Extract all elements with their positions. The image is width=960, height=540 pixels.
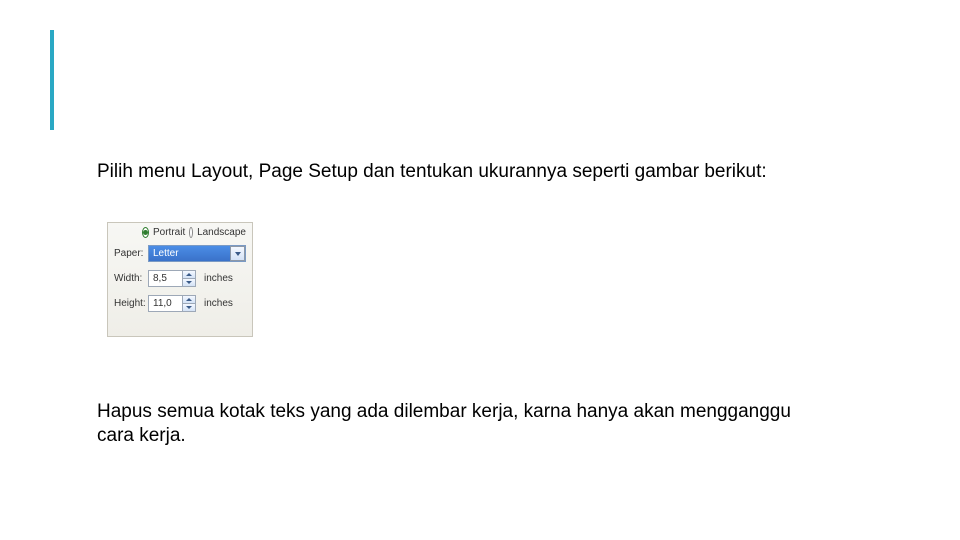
spinner-up[interactable] bbox=[183, 271, 195, 279]
height-input[interactable]: 11,0 bbox=[148, 295, 196, 312]
width-label: Width: bbox=[114, 273, 144, 284]
width-value: 8,5 bbox=[153, 273, 167, 284]
spinner-down[interactable] bbox=[183, 279, 195, 286]
landscape-radio[interactable] bbox=[189, 227, 193, 238]
radio-selected-icon bbox=[143, 230, 148, 235]
chevron-up-icon bbox=[186, 273, 192, 276]
chevron-up-icon bbox=[186, 298, 192, 301]
height-unit: inches bbox=[204, 298, 234, 309]
spinner-up[interactable] bbox=[183, 296, 195, 304]
instruction-paragraph-1: Pilih menu Layout, Page Setup dan tentuk… bbox=[97, 160, 777, 184]
paper-dropdown[interactable]: Letter bbox=[148, 245, 246, 262]
spinner-down[interactable] bbox=[183, 304, 195, 311]
height-row: Height: 11,0 inches bbox=[114, 295, 246, 312]
paper-value: Letter bbox=[153, 248, 179, 259]
width-row: Width: 8,5 inches bbox=[114, 270, 246, 287]
width-input[interactable]: 8,5 bbox=[148, 270, 196, 287]
height-spinner[interactable] bbox=[182, 296, 195, 311]
height-value: 11,0 bbox=[153, 298, 172, 309]
dropdown-button[interactable] bbox=[230, 246, 245, 261]
portrait-label: Portrait bbox=[153, 227, 185, 238]
slide-accent-bar bbox=[50, 30, 54, 130]
width-unit: inches bbox=[204, 273, 234, 284]
orientation-radio-group: Portrait Landscape bbox=[142, 227, 246, 238]
paper-label: Paper: bbox=[114, 248, 144, 259]
landscape-label: Landscape bbox=[197, 227, 246, 238]
height-label: Height: bbox=[114, 298, 144, 309]
paper-row: Paper: Letter bbox=[114, 245, 246, 262]
instruction-paragraph-2: Hapus semua kotak teks yang ada dilembar… bbox=[97, 400, 797, 448]
chevron-down-icon bbox=[186, 306, 192, 309]
chevron-down-icon bbox=[186, 281, 192, 284]
page-setup-panel: Portrait Landscape Paper: Letter Width: … bbox=[107, 222, 253, 337]
chevron-down-icon bbox=[235, 252, 241, 256]
portrait-radio[interactable] bbox=[142, 227, 149, 238]
width-spinner[interactable] bbox=[182, 271, 195, 286]
